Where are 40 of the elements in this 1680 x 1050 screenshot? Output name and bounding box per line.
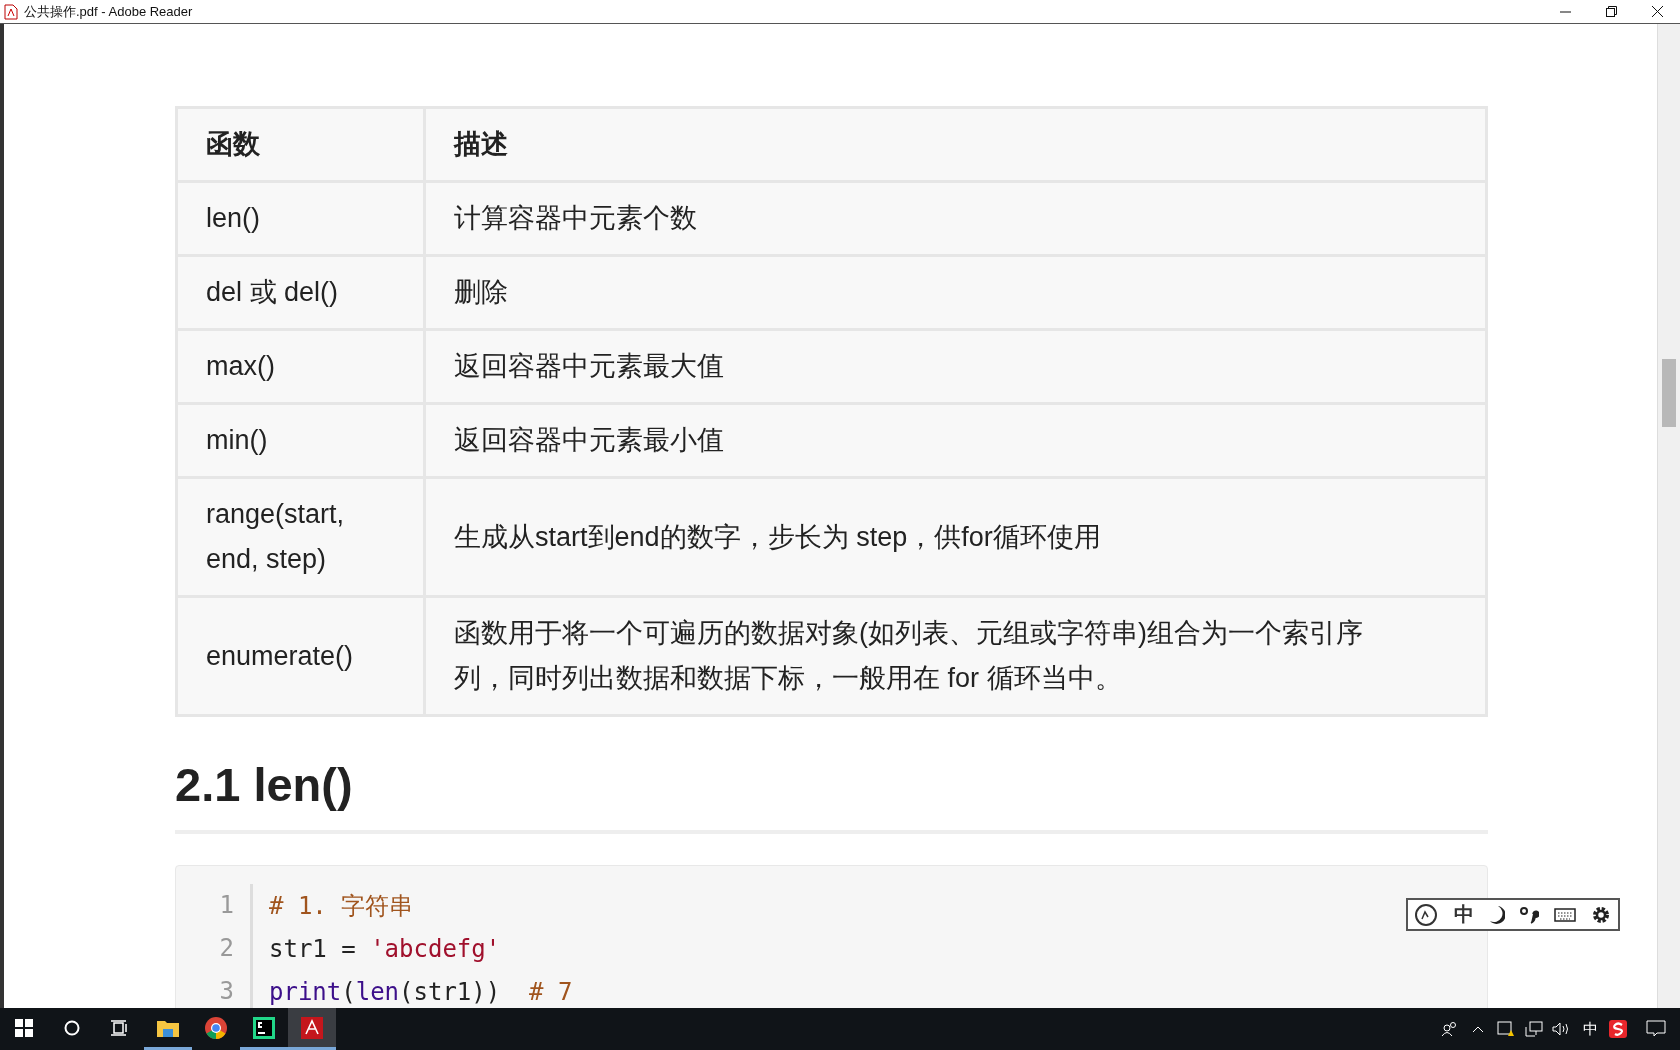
table-cell: 计算容器中元素个数 — [424, 181, 1487, 256]
circle-icon — [64, 1019, 80, 1036]
chrome-icon — [205, 1016, 227, 1039]
table-cell: 删除 — [424, 255, 1487, 330]
acrobat-icon — [301, 1016, 323, 1039]
table-cell: 生成从start到end的数字，步长为 step，供for循环使用 — [424, 477, 1487, 597]
ime-mode[interactable]: 中 — [1454, 901, 1474, 928]
folder-icon — [157, 1018, 179, 1037]
window-title: 公共操作.pdf - Adobe Reader — [24, 2, 194, 21]
pdf-file-icon — [4, 3, 18, 20]
restore-icon — [1605, 6, 1617, 17]
table-cell: 函数用于将一个可遍历的数据对象(如列表、元组或字符串)组合为一个索引序列，同时列出数据和数据下标，一般用在 for 循环当中。 — [424, 596, 1487, 716]
minimize-icon — [1559, 10, 1571, 13]
line-number: 2 — [176, 927, 253, 970]
task-view-icon — [111, 1019, 129, 1036]
line-number: 1 — [176, 884, 253, 927]
table-cell: range(start, end, step) — [176, 477, 425, 597]
table-cell: max() — [176, 329, 425, 404]
code-line: print(len(str1)) # 7 — [268, 977, 573, 1006]
section-heading: 2.1 len() — [175, 757, 1488, 834]
table-cell: del 或 del() — [176, 255, 425, 330]
punctuation-icon[interactable] — [1519, 905, 1540, 924]
pycharm-icon — [253, 1016, 275, 1039]
table-cell: len() — [176, 181, 425, 256]
table-cell: enumerate() — [176, 596, 425, 716]
input-language[interactable]: 中 — [1576, 1008, 1604, 1050]
column-header: 函数 — [176, 107, 425, 182]
settings-icon[interactable] — [1590, 904, 1611, 925]
close-icon — [1651, 6, 1663, 17]
table-cell: 返回容器中元素最小值 — [424, 403, 1487, 478]
column-header: 描述 — [424, 107, 1487, 182]
code-line: str1 = 'abcdefg' — [268, 934, 501, 963]
ime-logo-icon — [1415, 903, 1440, 926]
keyboard-icon[interactable] — [1553, 907, 1576, 922]
taskbar-app-button[interactable] — [288, 1008, 336, 1050]
table-cell: 返回容器中元素最大值 — [424, 329, 1487, 404]
code-line: # 1. 字符串 — [268, 890, 414, 922]
windows-logo-icon — [15, 1018, 33, 1037]
scrollbar[interactable] — [1657, 24, 1680, 1008]
table-cell: min() — [176, 403, 425, 478]
